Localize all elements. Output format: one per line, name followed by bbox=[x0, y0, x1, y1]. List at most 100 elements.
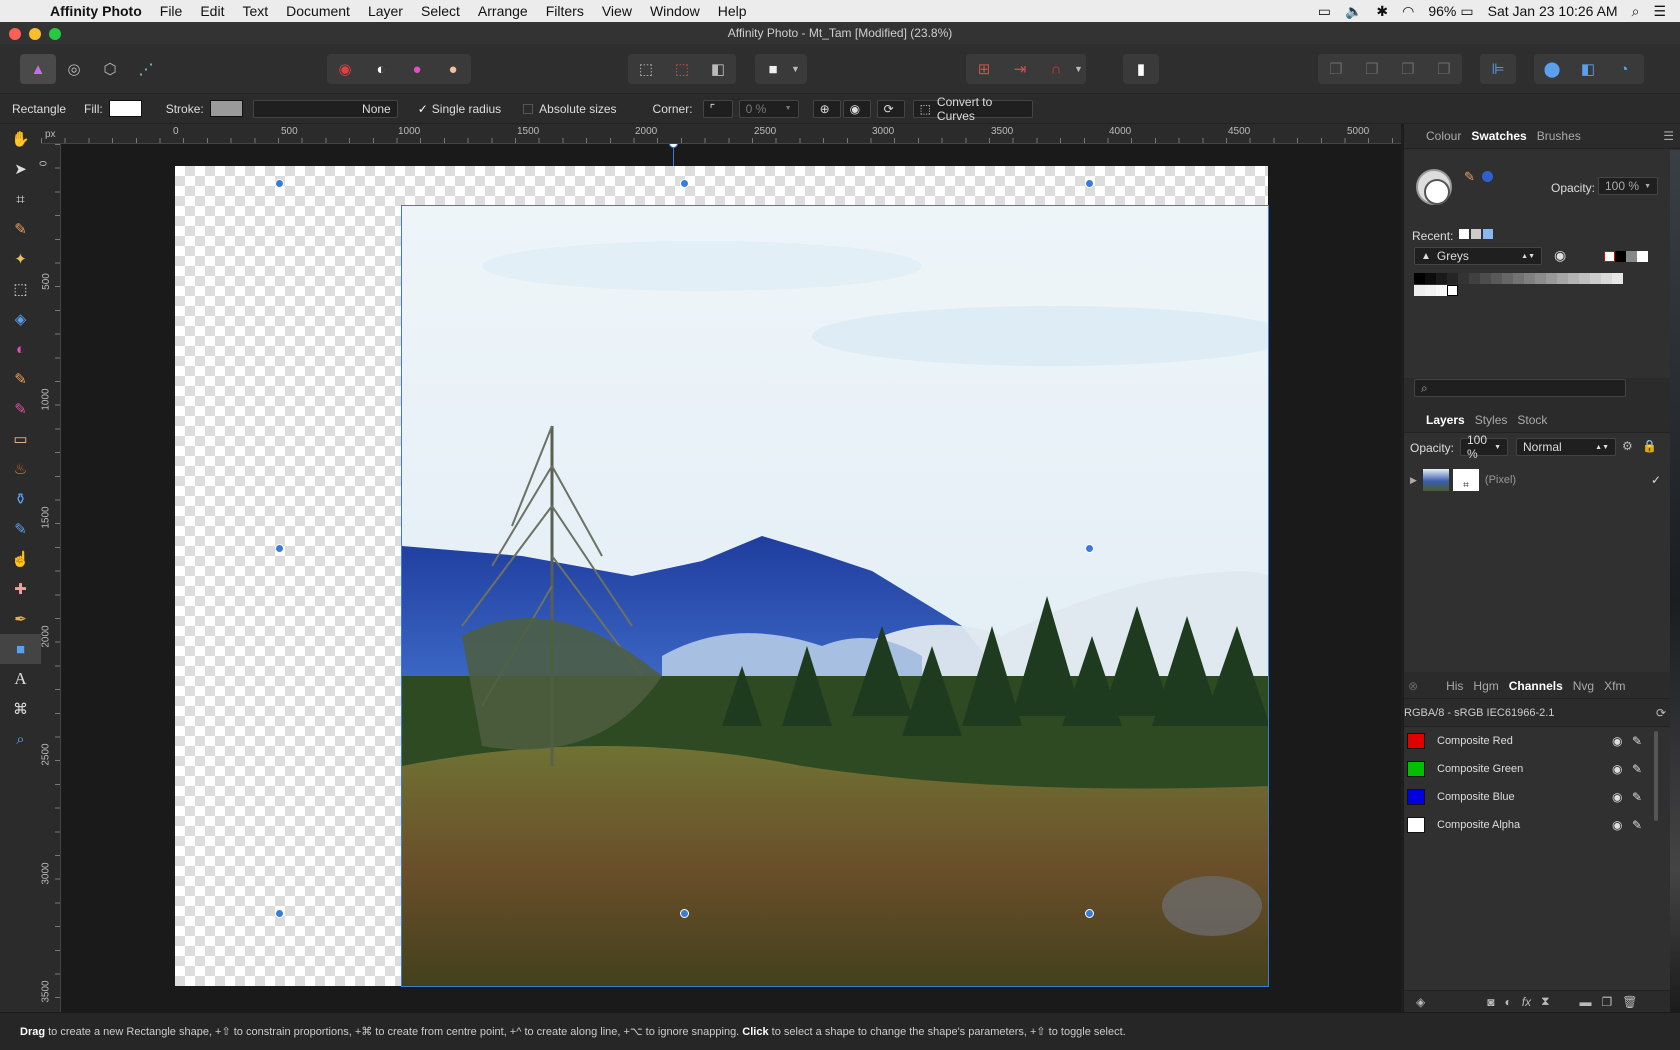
view-tool-hand-icon[interactable]: ✋ bbox=[0, 124, 41, 154]
chevron-down-icon[interactable]: ▼ bbox=[1074, 64, 1083, 74]
layers-stack-icon[interactable]: ◈ bbox=[1416, 995, 1425, 1009]
close-window-button[interactable] bbox=[9, 28, 21, 40]
menu-select[interactable]: Select bbox=[421, 3, 460, 19]
group-icon[interactable]: ▬ bbox=[1580, 995, 1592, 1009]
menu-window[interactable]: Window bbox=[650, 3, 700, 19]
rotation-handle[interactable] bbox=[669, 144, 678, 148]
menu-view[interactable]: View bbox=[602, 3, 632, 19]
flood-fill-icon[interactable]: ◈ bbox=[0, 304, 41, 334]
erase-brush-icon[interactable]: ▭ bbox=[0, 424, 41, 454]
resize-handle-bottom[interactable] bbox=[680, 909, 689, 918]
menu-layer[interactable]: Layer bbox=[368, 3, 403, 19]
minimize-window-button[interactable] bbox=[29, 28, 41, 40]
stroke-colour-circle[interactable] bbox=[1424, 179, 1450, 205]
trash-icon[interactable]: 🗑 bbox=[1622, 995, 1637, 1009]
eye-icon[interactable]: ◉ bbox=[1612, 762, 1622, 776]
rectangle-tool-icon[interactable]: ■ bbox=[0, 634, 41, 664]
absolute-sizes-checkbox[interactable] bbox=[523, 103, 534, 114]
align-icon[interactable]: ⊫ bbox=[1480, 54, 1516, 84]
wifi-icon[interactable]: ◠ bbox=[1402, 3, 1414, 20]
chevron-down-icon[interactable]: ▼ bbox=[791, 64, 800, 74]
view-icon[interactable]: ◉ bbox=[842, 99, 871, 118]
canvas-area[interactable] bbox=[61, 144, 1401, 1012]
snapping-grid-icon[interactable]: ⊞ bbox=[966, 54, 1002, 84]
eye-icon[interactable]: ◉ bbox=[1612, 734, 1622, 748]
tab-navigator[interactable]: Nvg bbox=[1573, 679, 1594, 693]
none-swatch[interactable] bbox=[1604, 251, 1615, 262]
marquee-tool-icon[interactable]: ⬚ bbox=[0, 274, 41, 304]
boolean-add-icon[interactable]: ⬤ bbox=[1534, 54, 1570, 84]
edit-icon[interactable]: ✎ bbox=[1632, 734, 1642, 748]
corner-type-select[interactable]: ⌜ bbox=[702, 99, 733, 118]
stroke-swatch[interactable] bbox=[209, 100, 243, 117]
move-tool-icon[interactable]: ➤ bbox=[0, 154, 41, 184]
channel-row-green[interactable]: Composite Green ◉ ✎ bbox=[1404, 755, 1680, 783]
assistant-icon[interactable]: ▮ bbox=[1123, 54, 1159, 84]
tab-styles[interactable]: Styles bbox=[1475, 413, 1508, 427]
photo-persona-icon[interactable]: ▲ bbox=[20, 54, 56, 84]
channels-scrollbar[interactable] bbox=[1654, 731, 1658, 821]
crop-tool-icon[interactable]: ⌗ bbox=[0, 184, 41, 214]
gradient-tool-icon[interactable]: ◐ bbox=[0, 334, 41, 364]
tab-layers[interactable]: Layers bbox=[1426, 413, 1465, 427]
current-colour-dot[interactable] bbox=[1482, 171, 1493, 182]
black-swatch[interactable] bbox=[1615, 251, 1626, 262]
smudge-brush-icon[interactable]: ☝ bbox=[0, 544, 41, 574]
menu-arrange[interactable]: Arrange bbox=[478, 3, 528, 19]
arrange-backward-icon[interactable]: ❐ bbox=[1354, 54, 1390, 84]
palette-options-icon[interactable]: ◉ bbox=[1554, 247, 1566, 264]
healing-brush-icon[interactable]: ✚ bbox=[0, 574, 41, 604]
arrange-forward-icon[interactable]: ❐ bbox=[1390, 54, 1426, 84]
menu-edit[interactable]: Edit bbox=[200, 3, 224, 19]
arrange-back-icon[interactable]: ❐ bbox=[1318, 54, 1354, 84]
lock-icon[interactable]: 🔒 bbox=[1642, 439, 1657, 453]
refresh-icon[interactable]: ⟳ bbox=[1656, 706, 1666, 720]
colour-replacement-icon[interactable]: ✎ bbox=[0, 394, 41, 424]
stroke-width-field[interactable]: None bbox=[252, 99, 398, 118]
menu-help[interactable]: Help bbox=[718, 3, 747, 19]
selection-brush-icon[interactable]: ✎ bbox=[0, 214, 41, 244]
pen-tool-icon[interactable]: ✒ bbox=[0, 604, 41, 634]
bluetooth-icon[interactable]: ✱ bbox=[1376, 3, 1388, 20]
menu-file[interactable]: File bbox=[160, 3, 183, 19]
grey-swatch[interactable] bbox=[1626, 251, 1637, 262]
clock[interactable]: Sat Jan 23 10:26 AM bbox=[1488, 3, 1618, 19]
recent-swatch[interactable] bbox=[1471, 229, 1481, 239]
arrange-front-icon[interactable]: ❐ bbox=[1426, 54, 1462, 84]
text-tool-icon[interactable]: A bbox=[0, 664, 41, 694]
volume-icon[interactable]: 🔈 bbox=[1345, 3, 1362, 20]
menu-document[interactable]: Document bbox=[286, 3, 350, 19]
tab-histogram[interactable]: Hgm bbox=[1473, 679, 1498, 693]
resize-handle-top-left[interactable] bbox=[275, 179, 284, 188]
channel-row-red[interactable]: Composite Red ◉ ✎ bbox=[1404, 727, 1680, 755]
edit-icon[interactable]: ✎ bbox=[1632, 818, 1642, 832]
single-radius-checkbox[interactable]: ✓ bbox=[418, 102, 428, 116]
auto-white-balance-icon[interactable]: ● bbox=[435, 54, 471, 84]
zoom-tool-icon[interactable]: ⌕ bbox=[0, 724, 41, 754]
layer-row[interactable]: ▶ ⌗ (Pixel) ✓ bbox=[1404, 465, 1680, 495]
resize-handle-top-right[interactable] bbox=[1085, 179, 1094, 188]
resize-handle-bottom-left[interactable] bbox=[275, 909, 284, 918]
airplay-icon[interactable]: ▭ bbox=[1318, 3, 1331, 20]
auto-colour-icon[interactable]: ● bbox=[399, 54, 435, 84]
fill-swatch[interactable] bbox=[108, 100, 142, 117]
tab-brushes[interactable]: Brushes bbox=[1537, 129, 1581, 143]
eye-icon[interactable]: ◉ bbox=[1612, 818, 1622, 832]
add-mask-icon[interactable]: ◙ bbox=[1487, 995, 1494, 1009]
select-all-icon[interactable]: ⬚ bbox=[628, 54, 664, 84]
flood-select-icon[interactable]: ✦ bbox=[0, 244, 41, 274]
blur-brush-icon[interactable]: ✎ bbox=[0, 514, 41, 544]
transform-origin-icon[interactable]: ⊕ bbox=[812, 99, 841, 118]
layer-opacity-field[interactable]: 100 % ▼ bbox=[1460, 433, 1508, 461]
export-persona-icon[interactable]: ⋰ bbox=[128, 54, 164, 84]
channel-row-blue[interactable]: Composite Blue ◉ ✎ bbox=[1404, 783, 1680, 811]
opacity-field[interactable]: 100 % ▼ bbox=[1598, 177, 1658, 195]
edit-icon[interactable]: ✎ bbox=[1632, 762, 1642, 776]
resize-handle-left[interactable] bbox=[275, 544, 284, 553]
mesh-warp-icon[interactable]: ⌘ bbox=[0, 694, 41, 724]
auto-contrast-icon[interactable]: ◐ bbox=[363, 54, 399, 84]
layer-visible-check-icon[interactable]: ✓ bbox=[1651, 473, 1661, 487]
levels-icon[interactable]: ◉ bbox=[327, 54, 363, 84]
resize-handle-right[interactable] bbox=[1085, 544, 1094, 553]
add-layer-icon[interactable]: ❐ bbox=[1602, 995, 1613, 1009]
